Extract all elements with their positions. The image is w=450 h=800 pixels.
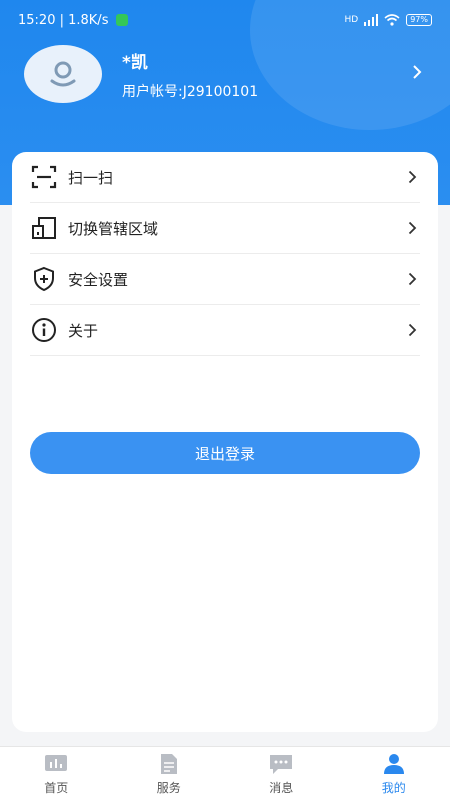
avatar[interactable]: [24, 45, 102, 103]
tab-messages[interactable]: 消息: [225, 747, 338, 800]
menu-item-about[interactable]: 关于: [30, 305, 420, 356]
status-bar: 15:20 | 1.8K/s HD 97%: [0, 0, 450, 40]
tab-label: 服务: [156, 781, 181, 795]
switch-area-icon: [30, 214, 58, 242]
chevron-right-icon: [404, 271, 420, 287]
chevron-right-icon: [404, 220, 420, 236]
document-icon: [157, 753, 181, 775]
chevron-right-icon: [404, 169, 420, 185]
menu-item-switch-area[interactable]: 切换管辖区域: [30, 203, 420, 254]
signal-label: HD: [344, 15, 359, 25]
menu-card: 扫一扫 切换管辖区域 安全设置 关于 退出登录: [12, 152, 438, 732]
chevron-right-icon[interactable]: [412, 64, 422, 84]
shield-plus-icon: [30, 265, 58, 293]
menu-item-scan[interactable]: 扫一扫: [30, 152, 420, 203]
menu-item-label: 关于: [68, 321, 99, 340]
home-icon: [44, 753, 68, 775]
message-icon: [269, 753, 293, 775]
logout-button[interactable]: 退出登录: [30, 432, 420, 474]
menu-item-security[interactable]: 安全设置: [30, 254, 420, 305]
info-icon: [30, 316, 58, 344]
user-account: 用户帐号:J29100101: [122, 83, 259, 100]
signal-icon: [364, 14, 379, 26]
tab-label: 我的: [381, 781, 406, 795]
profile-section[interactable]: *凯 用户帐号:J29100101: [24, 44, 434, 104]
bottom-tab-bar: 首页 服务 消息 我的: [0, 746, 450, 800]
tab-service[interactable]: 服务: [113, 747, 226, 800]
battery-indicator: 97%: [406, 14, 432, 26]
menu-item-label: 安全设置: [68, 270, 129, 289]
menu-item-label: 扫一扫: [68, 168, 114, 187]
wifi-icon: [384, 14, 400, 26]
tab-label: 消息: [269, 781, 294, 795]
chevron-right-icon: [404, 322, 420, 338]
status-time-speed: 15:20 | 1.8K/s: [18, 12, 109, 28]
tab-mine[interactable]: 我的: [338, 747, 450, 800]
menu-item-label: 切换管辖区域: [68, 219, 159, 238]
avatar-placeholder-icon: [50, 61, 76, 87]
user-info: *凯 用户帐号:J29100101: [122, 48, 258, 101]
user-name: *凯: [122, 52, 148, 73]
tab-home[interactable]: 首页: [0, 747, 113, 800]
menu-list: 扫一扫 切换管辖区域 安全设置 关于: [30, 152, 420, 356]
tab-label: 首页: [44, 781, 69, 795]
user-icon: [382, 753, 406, 775]
scan-icon: [30, 163, 58, 191]
security-status-icon: [116, 14, 129, 26]
